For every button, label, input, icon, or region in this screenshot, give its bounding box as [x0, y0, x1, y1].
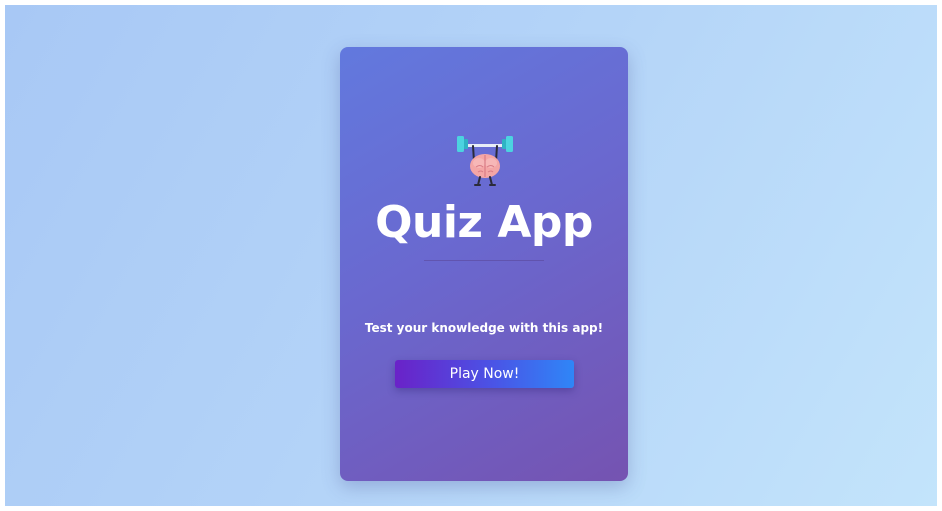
page-background: Quiz App Test your knowledge with this a…: [5, 5, 937, 506]
app-title: Quiz App: [375, 197, 593, 248]
quiz-card: Quiz App Test your knowledge with this a…: [340, 47, 628, 481]
brain-lifting-barbell-icon: [457, 136, 513, 186]
play-now-button[interactable]: Play Now!: [395, 360, 574, 388]
app-subtitle: Test your knowledge with this app!: [364, 321, 604, 335]
title-divider: [424, 260, 544, 261]
